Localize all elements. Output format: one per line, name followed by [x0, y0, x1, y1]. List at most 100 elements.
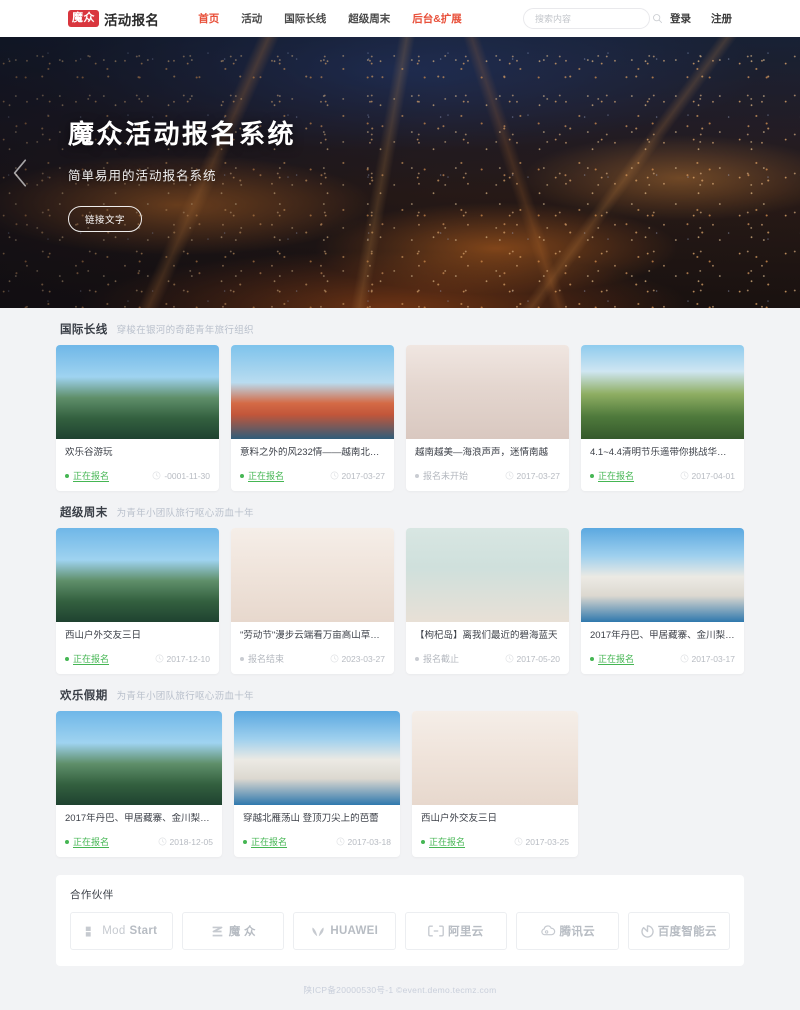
- partner-logo[interactable]: Mod Start: [70, 912, 173, 950]
- partner-label: 魔 众: [228, 926, 256, 938]
- activity-sections: 国际长线 穿梭在银河的奇葩青年旅行组织 欢乐谷游玩 正在报名 -0001-11-30 意料…: [56, 321, 744, 857]
- status-label: 报名未开始: [423, 471, 469, 481]
- activity-card[interactable]: 西山户外交友三日正在报名 2017-12-10: [56, 528, 219, 674]
- nav-item-1[interactable]: 活动: [241, 11, 262, 26]
- partners-list: Mod Start 魔 众 HUAWEI 阿里云 腾讯云 百度智能云: [70, 912, 730, 950]
- section-subtitle: 为青年小团队旅行呕心沥血十年: [116, 691, 254, 702]
- status-label: 正在报名: [73, 654, 110, 664]
- header-actions: 登录 注册: [523, 8, 732, 29]
- activity-date-text: 2017-03-27: [341, 470, 385, 481]
- footer-copyright: 陕ICP备20000530号-1 ©event.demo.tecmz.com: [303, 985, 497, 995]
- activity-meta: 正在报名 2017-03-18: [243, 835, 391, 848]
- partner-label: HUAWEI: [330, 925, 379, 937]
- section-1: 超级周末 为青年小团队旅行呕心沥血十年西山户外交友三日正在报名 2017-12-10…: [56, 504, 744, 674]
- clock-icon: [155, 654, 163, 663]
- huawei-icon: [310, 925, 326, 938]
- status-dot-icon: [65, 839, 69, 844]
- activity-card[interactable]: 2017年丹巴、甲居藏寨、金川梨花摄影 正在报名 2018-12-05: [56, 711, 222, 857]
- clock-icon: [680, 471, 688, 480]
- activity-title: 西山户外交友三日: [65, 630, 142, 641]
- clock-icon: [158, 837, 166, 846]
- activity-card-body: 西山户外交友三日正在报名 2017-12-10: [56, 622, 219, 674]
- section-title: 国际长线: [60, 324, 108, 336]
- status-label: 正在报名: [248, 471, 285, 481]
- register-link[interactable]: 注册: [711, 11, 732, 26]
- activity-date: 2017-12-10: [155, 654, 210, 664]
- hero-cta-button[interactable]: 链接文字: [68, 205, 142, 232]
- activity-card[interactable]: 西山户外交友三日 正在报名 2017-03-25: [412, 711, 578, 857]
- activity-meta: 正在报名 2017-04-01: [590, 469, 735, 482]
- brand-logo[interactable]: 魔众 活动报名: [68, 9, 159, 29]
- partner-logo[interactable]: 腾讯云: [516, 912, 619, 950]
- nav-item-0[interactable]: 首页: [198, 11, 219, 26]
- activity-date: 2023-03-27: [330, 654, 385, 664]
- brand-name: 活动报名: [104, 12, 160, 28]
- activity-card-body: 越南越美—海浪声声，迷情南越 报名未开始 2017-03-27: [406, 439, 569, 491]
- status-badge: 正在报名: [65, 652, 109, 665]
- activity-card[interactable]: 4.1~4.4清明节乐遥带你挑战华东第一虐"... 正在报名 2017-04-01: [581, 345, 744, 491]
- partner-label-a: Mod: [102, 925, 126, 937]
- search-box[interactable]: [523, 8, 663, 29]
- status-badge: 报名结束: [240, 652, 284, 665]
- status-badge: 正在报名: [590, 469, 634, 482]
- status-badge: 正在报名: [65, 469, 109, 482]
- status-dot-icon: [421, 839, 425, 844]
- activity-thumbnail: [56, 345, 219, 439]
- activity-date: 2017-03-18: [336, 837, 391, 847]
- brand-mark: 魔众: [68, 10, 99, 27]
- activity-thumbnail: [581, 345, 744, 439]
- nav-item-3[interactable]: 超级周末: [348, 11, 390, 26]
- nav-item-2[interactable]: 国际长线: [284, 11, 326, 26]
- activity-thumbnail: [56, 711, 222, 805]
- activity-card[interactable]: 越南越美—海浪声声，迷情南越 报名未开始 2017-03-27: [406, 345, 569, 491]
- activity-card-body: 穿越北雁荡山 登顶刀尖上的芭蕾 正在报名 2017-03-18: [234, 805, 400, 857]
- partner-logo[interactable]: 魔 众: [181, 912, 284, 950]
- status-label: 正在报名: [598, 654, 635, 664]
- activity-card[interactable]: 2017年丹巴、甲居藏寨、金川梨花摄影正在报名 2017-03-17: [581, 528, 744, 674]
- activity-card[interactable]: "劳动节"漫步云端看万亩高山草甸—武功山报名结束 2023-03-27: [231, 528, 394, 674]
- activity-card[interactable]: 穿越北雁荡山 登顶刀尖上的芭蕾 正在报名 2017-03-18: [234, 711, 400, 857]
- activity-title: 2017年丹巴、甲居藏寨、金川梨花摄影: [590, 630, 735, 641]
- status-badge: 正在报名: [421, 835, 465, 848]
- activity-date-text: 2018-12-05: [169, 836, 213, 847]
- partner-logo[interactable]: HUAWEI: [293, 912, 396, 950]
- status-badge: 正在报名: [240, 469, 284, 482]
- activity-meta: 正在报名 2017-03-25: [421, 835, 569, 848]
- section-subtitle: 穿梭在银河的奇葩青年旅行组织: [116, 325, 254, 336]
- nav-item-4[interactable]: 后台&扩展: [412, 11, 462, 26]
- activity-card[interactable]: 意料之外的风232情——越南北部深度游正在报名 2017-03-27: [231, 345, 394, 491]
- status-dot-icon: [240, 473, 244, 478]
- status-label: 报名截止: [423, 654, 460, 664]
- clock-icon: [336, 837, 344, 846]
- status-dot-icon: [590, 656, 594, 661]
- activity-thumbnail: [234, 711, 400, 805]
- status-label: 正在报名: [73, 837, 110, 847]
- status-label: 正在报名: [251, 837, 288, 847]
- status-badge: 报名未开始: [415, 469, 468, 482]
- carousel-prev-icon[interactable]: [8, 156, 34, 190]
- activity-meta: 报名未开始 2017-03-27: [415, 469, 560, 482]
- hero-content: 魔众活动报名系统 简单易用的活动报名系统 链接文字: [0, 37, 800, 308]
- section-0: 国际长线 穿梭在银河的奇葩青年旅行组织 欢乐谷游玩 正在报名 -0001-11-30 意料…: [56, 321, 744, 491]
- status-dot-icon: [65, 656, 69, 661]
- activity-title: 越南越美—海浪声声，迷情南越: [415, 447, 549, 458]
- activity-card-body: 【枸杞岛】离我们最近的碧海蓝天 报名截止 2017-05-20: [406, 622, 569, 674]
- partner-logo[interactable]: 百度智能云: [627, 912, 730, 950]
- activity-meta: 报名截止 2017-05-20: [415, 652, 560, 665]
- login-link[interactable]: 登录: [670, 11, 691, 26]
- status-label: 正在报名: [429, 837, 466, 847]
- activity-card[interactable]: 【枸杞岛】离我们最近的碧海蓝天 报名截止 2017-05-20: [406, 528, 569, 674]
- hero-banner: 魔众活动报名系统 简单易用的活动报名系统 链接文字: [0, 37, 800, 308]
- activity-card-body: "劳动节"漫步云端看万亩高山草甸—武功山报名结束 2023-03-27: [231, 622, 394, 674]
- activity-card-body: 4.1~4.4清明节乐遥带你挑战华东第一虐"... 正在报名 2017-04-01: [581, 439, 744, 491]
- status-label: 正在报名: [598, 471, 635, 481]
- partner-logo[interactable]: 阿里云: [404, 912, 507, 950]
- section-header: 超级周末 为青年小团队旅行呕心沥血十年: [56, 504, 744, 528]
- activity-card-body: 2017年丹巴、甲居藏寨、金川梨花摄影正在报名 2017-03-17: [581, 622, 744, 674]
- search-icon[interactable]: [652, 13, 663, 24]
- search-input[interactable]: [535, 13, 652, 24]
- clock-icon: [505, 654, 513, 663]
- activity-card[interactable]: 欢乐谷游玩 正在报名 -0001-11-30: [56, 345, 219, 491]
- baidu-cloud-icon: [641, 924, 654, 938]
- activity-date: 2017-05-20: [505, 654, 560, 664]
